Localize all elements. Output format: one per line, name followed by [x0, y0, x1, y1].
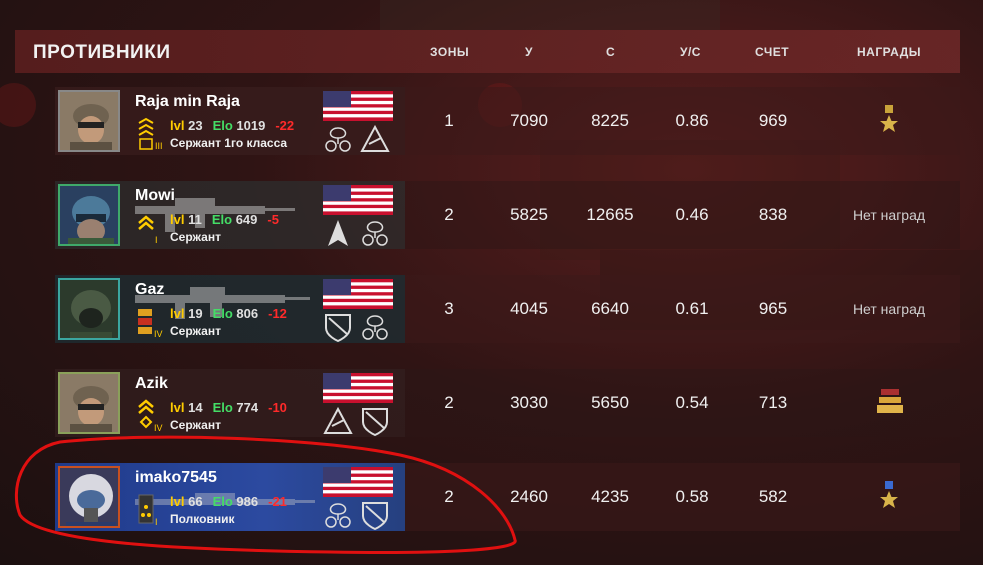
- annotation-circle: [14, 435, 517, 554]
